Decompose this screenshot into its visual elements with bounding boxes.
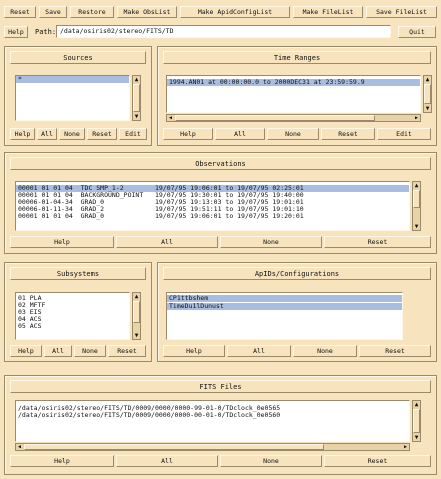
scroll-up-icon[interactable]: ▲ bbox=[424, 76, 431, 83]
scroll-thumb[interactable] bbox=[413, 190, 420, 208]
scroll-thumb[interactable] bbox=[424, 84, 431, 104]
observations-list[interactable]: 00001 01 01 04 TDC SMP_1-2 19/07/95 19:0… bbox=[15, 181, 410, 231]
fits-files-help-button[interactable]: Help bbox=[10, 455, 114, 467]
path-label: Path: bbox=[35, 28, 57, 36]
observations-help-button[interactable]: Help bbox=[10, 236, 114, 248]
sources-edit-button[interactable]: Edit bbox=[119, 128, 147, 140]
scroll-up-icon[interactable]: ▲ bbox=[133, 76, 140, 83]
time-ranges-reset-button[interactable]: Reset bbox=[321, 128, 375, 140]
apids-reset-button[interactable]: Reset bbox=[359, 345, 431, 357]
sources-scrollbar[interactable]: ▲ ▼ bbox=[132, 75, 141, 121]
list-item[interactable]: 05 ACS bbox=[16, 323, 129, 330]
observations-none-button[interactable]: None bbox=[220, 236, 322, 248]
scroll-left-icon[interactable]: ◀ bbox=[167, 115, 174, 121]
scroll-down-icon[interactable]: ▼ bbox=[133, 332, 140, 339]
table-row[interactable]: 00001 01 01 04 GRAD_0 19/07/95 19:06:01 … bbox=[16, 213, 409, 220]
time-ranges-hscrollbar[interactable]: ◀ ▶ bbox=[166, 114, 421, 122]
path-help-button[interactable]: Help bbox=[4, 26, 28, 38]
scroll-left-icon[interactable]: ◀ bbox=[16, 444, 23, 450]
subsystems-scrollbar[interactable]: ▲ ▼ bbox=[132, 292, 141, 340]
time-ranges-scrollbar[interactable]: ▲ ▼ bbox=[423, 75, 432, 113]
scroll-up-icon[interactable]: ▲ bbox=[413, 182, 420, 189]
sources-help-button[interactable]: Help bbox=[10, 128, 35, 140]
fits-files-scrollbar[interactable]: ▲ ▼ bbox=[412, 400, 421, 442]
scroll-right-icon[interactable]: ▶ bbox=[413, 115, 420, 121]
path-input[interactable]: /data/osiris02/stereo/FITS/TD bbox=[56, 25, 391, 38]
subsystems-reset-button[interactable]: Reset bbox=[108, 345, 146, 357]
subsystems-list[interactable]: 01 PLA 02 MFTF 03 EIS 04 ACS 05 ACS bbox=[15, 292, 130, 340]
fits-files-reset-button[interactable]: Reset bbox=[324, 455, 431, 467]
scroll-thumb[interactable] bbox=[413, 409, 420, 433]
scroll-down-icon[interactable]: ▼ bbox=[424, 105, 431, 112]
scroll-thumb[interactable] bbox=[133, 301, 140, 323]
scroll-thumb[interactable] bbox=[133, 84, 140, 112]
save-button[interactable]: Save bbox=[39, 6, 67, 18]
save-filelist-button[interactable]: Save FileList bbox=[366, 6, 437, 18]
time-ranges-all-button[interactable]: All bbox=[215, 128, 265, 140]
list-item[interactable]: CP1ttbshem bbox=[167, 295, 402, 302]
fits-files-none-button[interactable]: None bbox=[220, 455, 322, 467]
apids-none-button[interactable]: None bbox=[293, 345, 357, 357]
subsystems-help-button[interactable]: Help bbox=[10, 345, 42, 357]
make-obslist-button[interactable]: Make ObsList bbox=[117, 6, 177, 18]
time-ranges-list[interactable]: 1994.AN01 at 00:00:00.0 to 2000DEC31 at … bbox=[166, 75, 421, 113]
sources-reset-button[interactable]: Reset bbox=[87, 128, 117, 140]
make-apidconfiglist-button[interactable]: Make ApidConfigList bbox=[180, 6, 290, 18]
quit-button[interactable]: Quit bbox=[398, 26, 436, 38]
apids-title: ApIDs/Configurations bbox=[163, 267, 431, 280]
fits-files-list[interactable]: /data/osiris02/stereo/FITS/TD/0009/0000/… bbox=[15, 400, 410, 442]
scroll-down-icon[interactable]: ▼ bbox=[413, 223, 420, 230]
subsystems-none-button[interactable]: None bbox=[74, 345, 106, 357]
apids-help-button[interactable]: Help bbox=[163, 345, 225, 357]
restore-button[interactable]: Restore bbox=[70, 6, 114, 18]
reset-button[interactable]: Reset bbox=[4, 6, 36, 18]
scroll-up-icon[interactable]: ▲ bbox=[413, 401, 420, 408]
scroll-down-icon[interactable]: ▼ bbox=[133, 113, 140, 120]
sources-list[interactable]: * bbox=[15, 75, 130, 121]
scroll-right-icon[interactable]: ▶ bbox=[402, 444, 409, 450]
list-item[interactable]: TimeDu1lDunust bbox=[167, 303, 402, 310]
time-ranges-help-button[interactable]: Help bbox=[163, 128, 213, 140]
observations-scrollbar[interactable]: ▲ ▼ bbox=[412, 181, 421, 231]
scroll-down-icon[interactable]: ▼ bbox=[413, 434, 420, 441]
time-ranges-none-button[interactable]: None bbox=[267, 128, 319, 140]
fits-files-hscrollbar[interactable]: ◀ ▶ bbox=[15, 443, 410, 451]
observations-title: Observations bbox=[10, 157, 431, 170]
list-item[interactable]: 1994.AN01 at 00:00:00.0 to 2000DEC31 at … bbox=[167, 79, 420, 86]
observations-reset-button[interactable]: Reset bbox=[324, 236, 431, 248]
apids-list[interactable]: CP1ttbshem TimeDu1lDunust bbox=[166, 292, 403, 340]
sources-all-button[interactable]: All bbox=[37, 128, 57, 140]
observations-all-button[interactable]: All bbox=[116, 236, 218, 248]
sources-none-button[interactable]: None bbox=[59, 128, 85, 140]
time-ranges-edit-button[interactable]: Edit bbox=[377, 128, 431, 140]
subsystems-all-button[interactable]: All bbox=[44, 345, 72, 357]
subsystems-title: Subsystems bbox=[10, 267, 146, 280]
list-item[interactable]: /data/osiris02/stereo/FITS/TD/0009/0000/… bbox=[16, 412, 409, 419]
scroll-thumb[interactable] bbox=[24, 444, 324, 450]
scroll-thumb[interactable] bbox=[175, 115, 375, 121]
fits-files-title: FITS Files bbox=[10, 380, 431, 393]
make-filelist-button[interactable]: Make FileList bbox=[293, 6, 363, 18]
apids-all-button[interactable]: All bbox=[227, 345, 291, 357]
scroll-up-icon[interactable]: ▲ bbox=[133, 293, 140, 300]
list-item[interactable]: * bbox=[16, 76, 129, 83]
time-ranges-title: Time Ranges bbox=[163, 51, 431, 64]
sources-title: Sources bbox=[10, 51, 146, 64]
fits-files-all-button[interactable]: All bbox=[116, 455, 218, 467]
